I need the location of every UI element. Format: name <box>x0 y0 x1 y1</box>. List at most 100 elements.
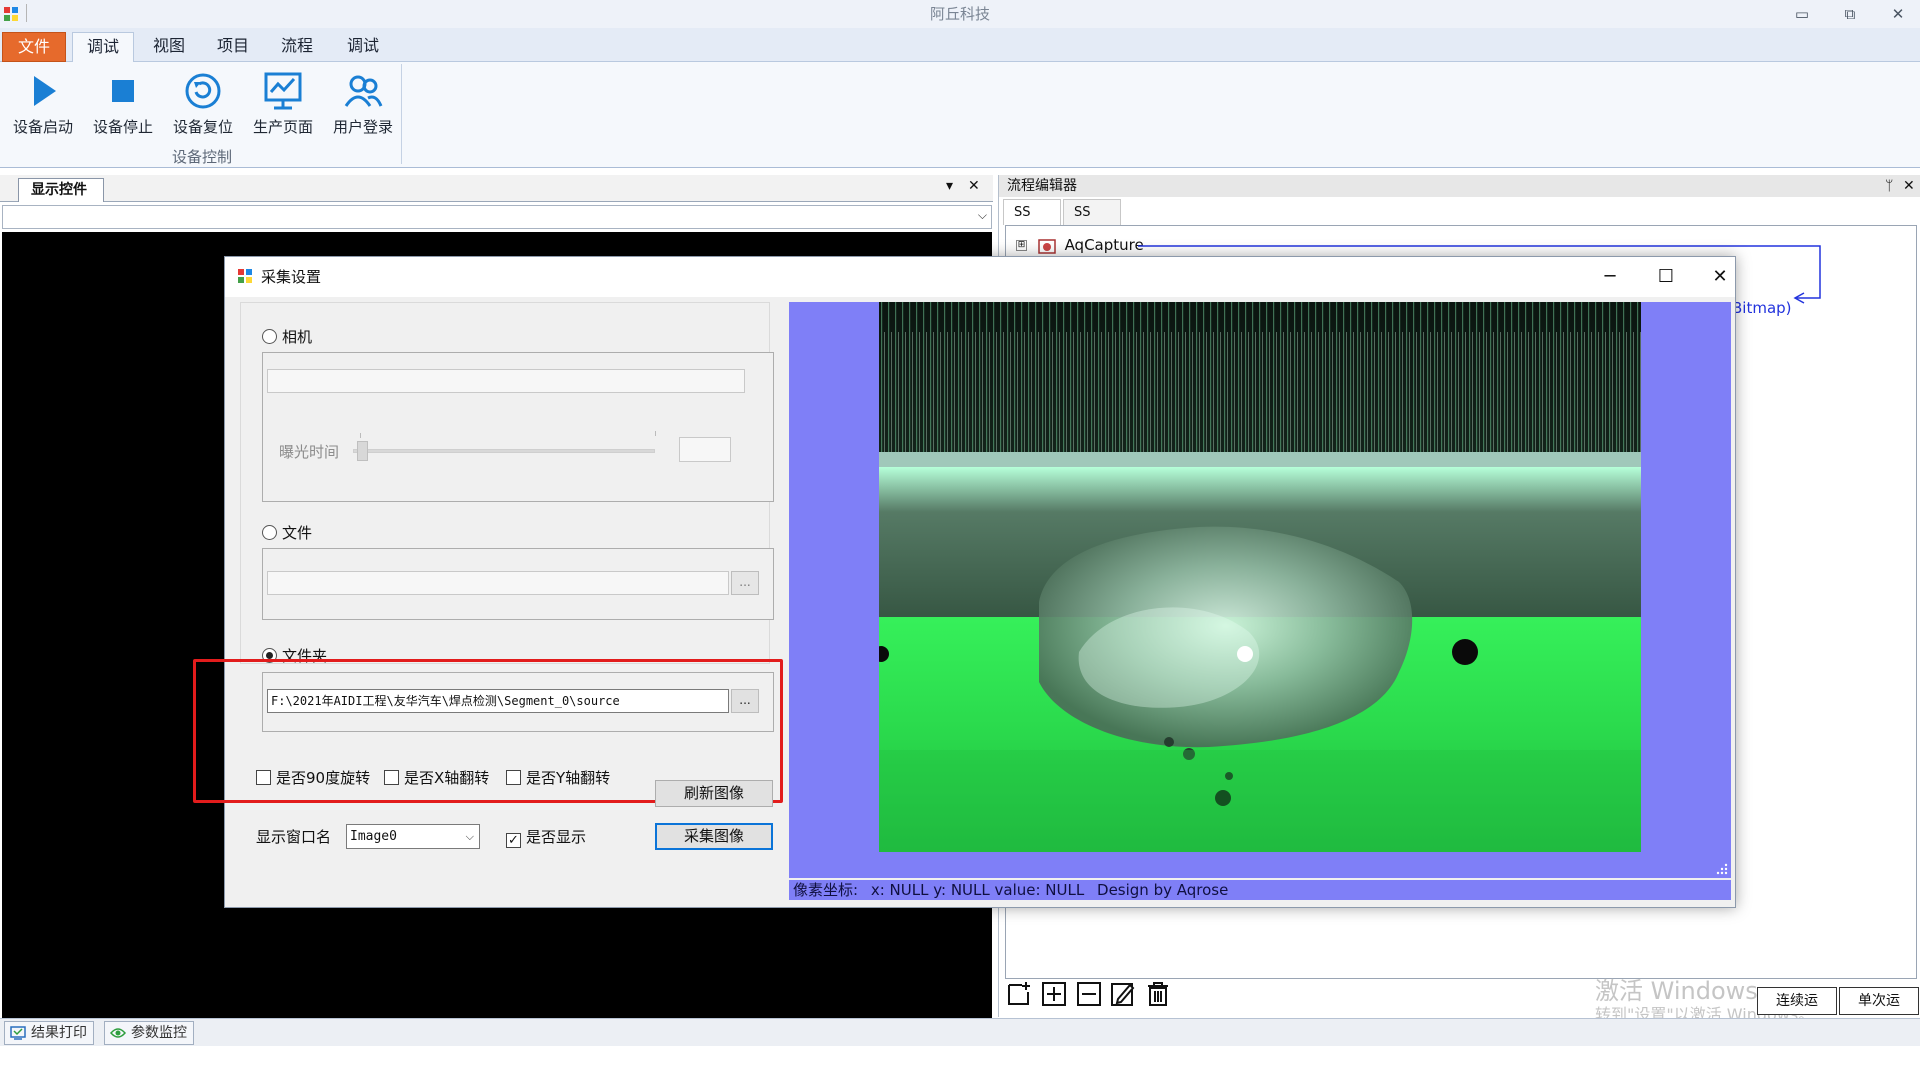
ribbon-group-label: 设备控制 <box>171 148 232 166</box>
run-continuous-button[interactable]: 连续运 <box>1757 987 1837 1015</box>
checkbox-flip-y-box[interactable] <box>506 770 521 785</box>
radio-file-circle[interactable] <box>262 525 277 540</box>
radio-file[interactable]: 文件 <box>262 522 312 543</box>
camera-select-field <box>267 369 745 393</box>
window-name-label: 显示窗口名 <box>256 828 332 846</box>
radio-file-label: 文件 <box>282 524 313 542</box>
checkbox-flip-x-box[interactable] <box>384 770 399 785</box>
close-icon[interactable]: ✕ <box>1697 263 1743 291</box>
pixel-coord-values: x: NULL y: NULL value: NULL <box>870 881 1085 899</box>
dialog-title: 采集设置 <box>261 268 322 286</box>
menu-bar: 文件 调试 视图 项目 流程 调试 <box>0 28 1920 63</box>
ribbon: 设备启动 设备停止 设备复位 生产页面 用户登录 设备控制 <box>0 62 1920 168</box>
eye-icon <box>110 1028 126 1038</box>
users-icon <box>344 75 383 107</box>
delete-icon[interactable] <box>1144 981 1172 1009</box>
reset-icon <box>185 73 221 109</box>
close-icon[interactable]: ✕ <box>968 178 980 194</box>
radio-camera[interactable]: 相机 <box>262 326 312 347</box>
connector-label: Bitmap) <box>1732 299 1792 317</box>
menu-tab-flow[interactable]: 流程 <box>268 32 326 62</box>
checkbox-flip-x-label: 是否X轴翻转 <box>404 769 490 787</box>
checkbox-flip-y[interactable]: 是否Y轴翻转 <box>506 767 610 788</box>
file-path-field <box>267 571 729 595</box>
tab-result-print-label: 结果打印 <box>31 1025 87 1041</box>
user-login-button[interactable]: 用户登录 <box>326 68 400 138</box>
device-start-button[interactable]: 设备启动 <box>6 68 80 138</box>
pin-icon[interactable]: ᛘ <box>1885 175 1893 197</box>
exposure-slider-track <box>353 449 655 453</box>
checkbox-show-label: 是否显示 <box>526 828 587 846</box>
radio-camera-circle[interactable] <box>262 329 277 344</box>
flow-toolbar <box>1005 981 1174 1011</box>
flow-editor-header: 流程编辑器 ᛘ ✕ <box>999 175 1920 197</box>
pixel-coord-label: 像素坐标: <box>793 881 859 899</box>
capture-image-button[interactable]: 采集图像 <box>655 823 773 850</box>
camera-settings-group: 曝光时间 <box>262 352 774 502</box>
device-start-label: 设备启动 <box>12 118 73 136</box>
tab-result-print[interactable]: 结果打印 <box>4 1021 94 1045</box>
file-settings-group: ... <box>262 548 774 620</box>
checkbox-flip-x[interactable]: 是否X轴翻转 <box>384 767 489 788</box>
maximize-icon[interactable]: ☐ <box>1643 263 1689 291</box>
menu-tab-debug[interactable]: 调试 <box>72 32 134 63</box>
exposure-label: 曝光时间 <box>279 443 340 461</box>
edit-icon[interactable] <box>1109 981 1137 1009</box>
exposure-slider-thumb <box>357 441 368 461</box>
ribbon-group-device-control: 设备启动 设备停止 设备复位 生产页面 用户登录 设备控制 <box>2 64 402 166</box>
monitor-chart-icon <box>264 72 302 110</box>
menu-tab-view[interactable]: 视图 <box>140 32 198 62</box>
app-icon <box>238 269 252 283</box>
capture-settings-dialog: 采集设置 ─ ☐ ✕ 相机 曝光时间 文件 ... 文件夹 F:\2021年AI… <box>193 256 1736 908</box>
chevron-down-icon[interactable]: ▾ <box>946 178 953 194</box>
menu-tab-project[interactable]: 项目 <box>204 32 262 62</box>
display-panel-header: 显示控件 ▾ ✕ <box>0 175 993 202</box>
exposure-value-field <box>679 437 731 462</box>
close-icon[interactable]: ✕ <box>1903 175 1915 197</box>
play-icon <box>34 76 56 106</box>
display-window-selector[interactable]: ⌵ <box>2 205 992 229</box>
expand-icon[interactable]: ⊞ <box>1016 240 1027 251</box>
minimize-icon[interactable]: ▭ <box>1782 2 1822 26</box>
refresh-image-button[interactable]: 刷新图像 <box>655 780 773 807</box>
device-reset-label: 设备复位 <box>172 118 233 136</box>
menu-tab-debug-2[interactable]: 调试 <box>332 32 394 62</box>
menu-tab-file[interactable]: 文件 <box>2 32 66 62</box>
print-result-icon <box>10 1026 26 1040</box>
add-icon[interactable] <box>1040 981 1068 1009</box>
image-viewer[interactable] <box>789 302 1731 878</box>
new-icon[interactable] <box>1005 981 1033 1009</box>
window-name-value: Image0 <box>350 829 397 844</box>
capture-config-panel: 相机 曝光时间 文件 ... 文件夹 F:\2021年AIDI工程\友华汽车\焊… <box>193 302 785 902</box>
tab-flow-1[interactable]: SS <box>1003 199 1061 225</box>
resize-grip-icon[interactable] <box>1715 862 1729 876</box>
tab-flow-2[interactable]: SS <box>1063 199 1121 225</box>
device-reset-button[interactable]: 设备复位 <box>166 68 240 138</box>
device-stop-button[interactable]: 设备停止 <box>86 68 160 138</box>
bottom-blank <box>0 1046 1920 1078</box>
production-page-label: 生产页面 <box>252 118 313 136</box>
flow-node-aqcapture[interactable]: ⊞ AqCapture <box>1016 236 1144 255</box>
checkbox-rotate-90[interactable]: 是否90度旋转 <box>256 767 370 788</box>
stop-icon <box>112 80 134 102</box>
checkbox-show[interactable]: ✓ 是否显示 <box>506 826 586 848</box>
restore-icon[interactable]: ⧉ <box>1830 2 1870 26</box>
tab-param-monitor[interactable]: 参数监控 <box>104 1021 194 1045</box>
checkbox-show-box[interactable]: ✓ <box>506 833 521 848</box>
dialog-titlebar: 采集设置 ─ ☐ ✕ <box>225 257 1735 297</box>
checkbox-rotate-90-box[interactable] <box>256 770 271 785</box>
window-name-select[interactable]: Image0 ⌵ <box>346 824 480 849</box>
viewer-status-bar: 像素坐标: x: NULL y: NULL value: NULL Design… <box>789 880 1731 900</box>
remove-icon[interactable] <box>1075 981 1103 1009</box>
capture-node-icon <box>1038 238 1056 254</box>
slider-tick-min <box>360 433 361 438</box>
tab-display-controls[interactable]: 显示控件 <box>18 178 104 202</box>
checkbox-flip-y-label: 是否Y轴翻转 <box>526 769 611 787</box>
production-page-button[interactable]: 生产页面 <box>246 68 320 138</box>
run-once-button[interactable]: 单次运 <box>1839 987 1919 1015</box>
window-title: 阿丘科技 <box>929 5 990 23</box>
window-titlebar: 阿丘科技 ▭ ⧉ ✕ <box>0 0 1920 28</box>
close-icon[interactable]: ✕ <box>1878 2 1918 26</box>
captured-image <box>879 302 1641 852</box>
minimize-icon[interactable]: ─ <box>1587 263 1633 291</box>
